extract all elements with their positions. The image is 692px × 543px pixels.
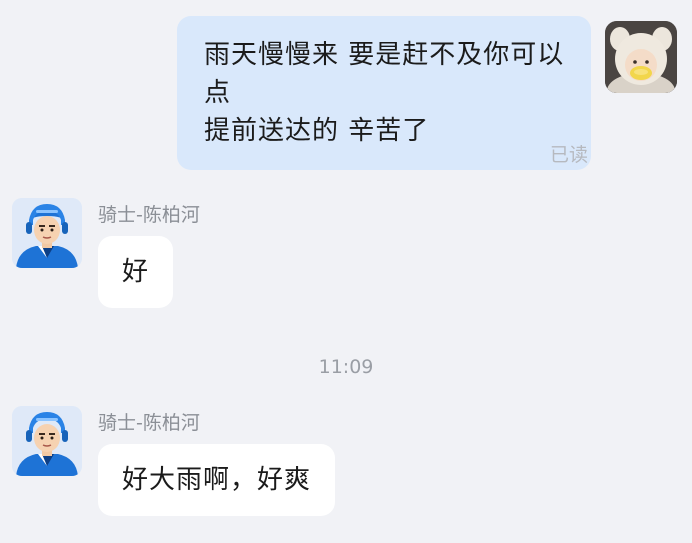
read-status: 已读 [549,144,588,166]
outgoing-message-bubble[interactable]: 雨天慢慢来 要是赶不及你可以点 提前送达的 辛苦了 [177,16,591,170]
message-timestamp: 11:09 [318,356,374,378]
rider-avatar[interactable] [12,406,82,476]
rider-helmet-avatar-icon [12,198,82,268]
incoming-message: 骑士-陈柏河 好大雨啊，好爽 [12,406,336,516]
user-avatar[interactable] [605,21,677,93]
rider-avatar[interactable] [12,198,82,268]
user-photo-avatar-icon [605,21,677,93]
outgoing-message-line-1: 雨天慢慢来 要是赶不及你可以点 [204,40,565,108]
incoming-message-bubble[interactable]: 好 [98,236,174,308]
outgoing-message: 雨天慢慢来 要是赶不及你可以点 提前送达的 辛苦了 [177,16,677,170]
sender-name: 骑士-陈柏河 [98,204,200,226]
chat-area: 雨天慢慢来 要是赶不及你可以点 提前送达的 辛苦了 已读 骑士-陈柏河 好 11… [0,0,692,543]
rider-helmet-avatar-icon [12,406,82,476]
outgoing-message-line-2: 提前送达的 辛苦了 [204,116,430,146]
sender-name: 骑士-陈柏河 [98,412,200,434]
incoming-message-bubble[interactable]: 好大雨啊，好爽 [98,444,336,516]
incoming-message: 骑士-陈柏河 好 [12,198,200,308]
